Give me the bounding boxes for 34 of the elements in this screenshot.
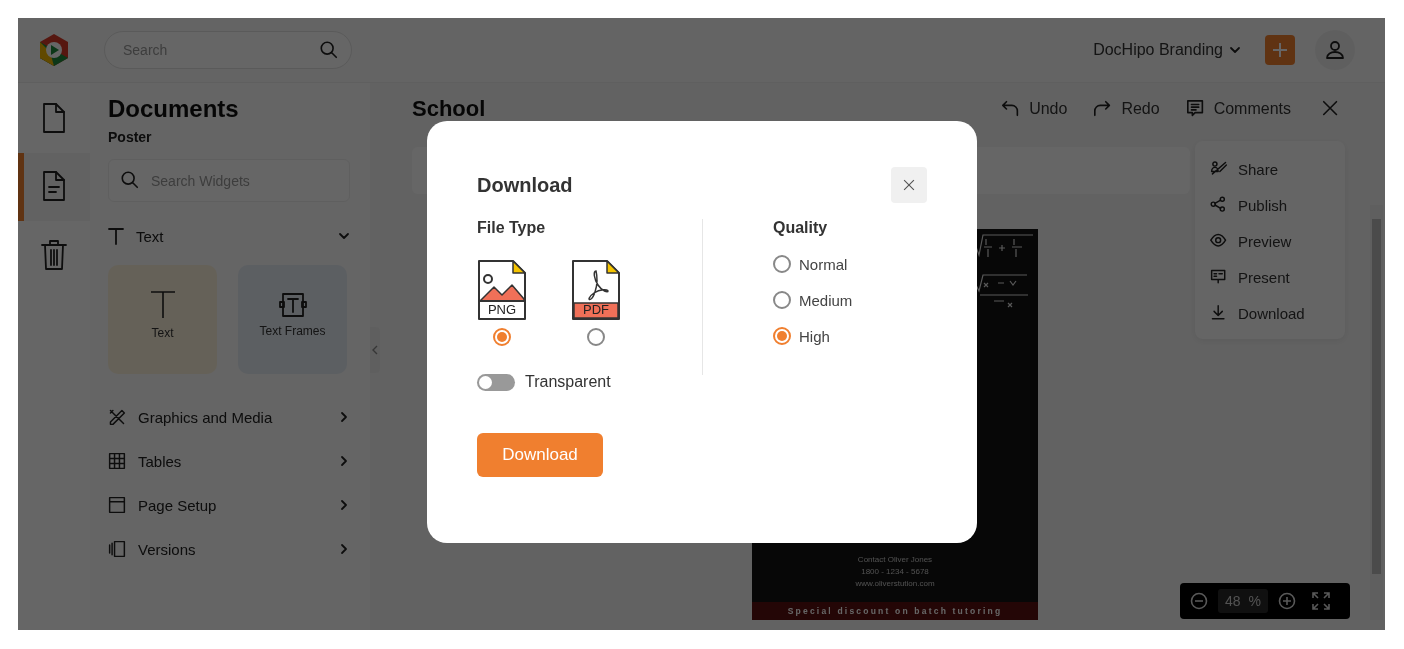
radio-label: Medium: [799, 291, 853, 309]
workspace-dropdown[interactable]: DocHipo Branding: [1093, 41, 1241, 59]
download-button[interactable]: Download: [477, 433, 603, 477]
widget-card[interactable]: Text Frames: [238, 265, 347, 374]
zoom-field[interactable]: 48 %: [1218, 589, 1268, 613]
document-title: School: [412, 98, 487, 120]
panel-menu-item[interactable]: Page Setup: [108, 494, 350, 516]
menu-item[interactable]: Publish: [1195, 187, 1345, 223]
panel-title: Documents: [108, 95, 240, 123]
section-label: File Type: [477, 219, 547, 237]
panel-subtitle: Poster: [108, 129, 153, 145]
dialog-title: Download: [477, 173, 573, 197]
section-header[interactable]: Text: [108, 226, 350, 246]
panel-menu-item[interactable]: Tables: [108, 450, 350, 472]
menu-item[interactable]: Preview: [1195, 223, 1345, 259]
section-label: Quality: [773, 219, 829, 237]
radio-label: Normal: [799, 255, 848, 273]
toolbar-button[interactable]: Comments: [1185, 99, 1291, 119]
toolbar-button[interactable]: Redo: [1093, 99, 1160, 119]
poster-banner: Special discount on batch tutoring: [752, 602, 1038, 620]
toolbar-button[interactable]: Undo: [1001, 99, 1068, 119]
menu-item[interactable]: Download: [1195, 295, 1345, 331]
zoom-unit: %: [1248, 593, 1261, 609]
panel-menu-item[interactable]: Graphics and Media: [108, 406, 350, 428]
toggle-label: Transparent: [525, 373, 611, 391]
file-type-label: PNG: [486, 301, 518, 317]
menu-item[interactable]: Present: [1195, 259, 1345, 295]
menu-item[interactable]: Share: [1195, 151, 1345, 187]
zoom-value: 48: [1225, 593, 1241, 609]
widget-card[interactable]: Text: [108, 265, 217, 374]
radio-label: High: [799, 327, 830, 345]
panel-menu-item[interactable]: Versions: [108, 538, 350, 560]
file-type-label: PDF: [582, 301, 610, 317]
poster-text: www.oliverstution.com: [855, 578, 935, 590]
